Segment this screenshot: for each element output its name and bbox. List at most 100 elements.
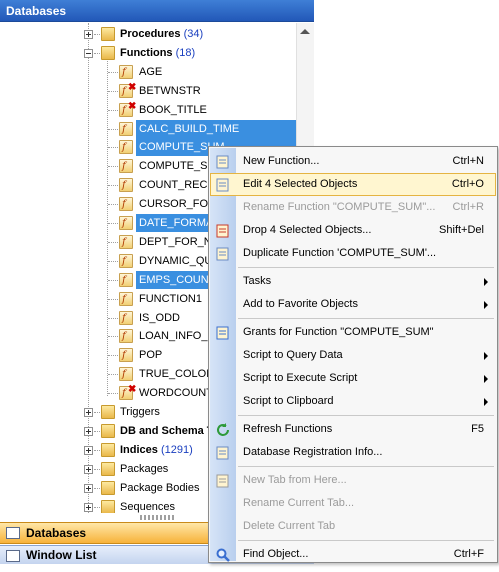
menu-item[interactable]: New Function... Ctrl+N — [210, 150, 496, 173]
tree-function-item[interactable]: CALC_BUILD_TIME — [2, 119, 296, 139]
tree-item-text: Procedures — [120, 28, 181, 40]
menu-item[interactable]: Duplicate Function 'COMPUTE_SUM'... — [210, 242, 496, 265]
folder-icon — [101, 461, 115, 476]
folder-icon — [101, 405, 115, 419]
submenu-arrow-icon — [484, 375, 488, 383]
tree-item-text: Package Bodies — [120, 481, 200, 494]
tree-item-text: Functions — [120, 46, 173, 59]
expand-icon[interactable] — [84, 426, 93, 436]
menu-item-shortcut: Shift+Del — [439, 224, 484, 236]
menu-item[interactable]: Edit 4 Selected Objects Ctrl+O — [210, 173, 496, 196]
tree-function-item[interactable]: AGE — [2, 63, 296, 82]
edit-objects-icon — [215, 177, 231, 193]
menu-item-shortcut: Ctrl+F — [453, 548, 484, 560]
function-icon — [119, 234, 133, 252]
function-icon — [119, 177, 133, 195]
tree-item-label: AGE — [136, 63, 165, 81]
folder-icon — [101, 499, 115, 513]
submenu-arrow-icon — [484, 398, 488, 406]
function-icon — [119, 310, 133, 328]
function-icon — [119, 291, 133, 309]
menu-separator — [238, 466, 494, 467]
tree-connector — [94, 412, 100, 413]
tree-item-label: Sequences — [117, 498, 178, 514]
tree-item-label: Indices (1291) — [117, 441, 196, 459]
tree-connector — [94, 506, 100, 508]
function-icon: ✖ — [119, 101, 136, 120]
tree-item-label: BOOK_TITLE — [136, 101, 210, 119]
menu-item[interactable]: Find Object... Ctrl+F — [210, 543, 496, 566]
tree-connector — [108, 393, 118, 395]
databases-icon — [6, 527, 20, 539]
tree-item-label: Packages — [117, 460, 171, 478]
menu-item-label: Rename Function "COMPUTE_SUM"... — [243, 201, 436, 213]
panel-splitter[interactable] — [140, 515, 176, 520]
menu-item-label: Edit 4 Selected Objects — [243, 178, 358, 190]
tree-item-text: AGE — [139, 65, 163, 78]
menu-item[interactable]: Script to Execute Script — [210, 367, 496, 390]
menu-item-shortcut: Ctrl+R — [452, 201, 484, 213]
tree-connector — [108, 374, 118, 376]
menu-item-label: Delete Current Tab — [243, 520, 336, 532]
find-icon — [215, 547, 231, 563]
menu-item-shortcut: Ctrl+N — [452, 155, 484, 167]
menu-item[interactable]: Script to Clipboard — [210, 390, 496, 413]
menu-separator — [238, 415, 494, 416]
function-icon: ✖ — [119, 82, 136, 101]
tree-function-item[interactable]: ✖BOOK_TITLE — [2, 101, 296, 120]
tree-connector — [94, 52, 100, 54]
function-icon — [119, 272, 133, 290]
expand-icon[interactable] — [84, 445, 93, 455]
function-icon — [119, 215, 133, 233]
menu-item[interactable]: Script to Query Data — [210, 344, 496, 367]
menu-item-label: Find Object... — [243, 548, 309, 560]
tree-connector — [108, 241, 118, 243]
menu-item-label: Duplicate Function 'COMPUTE_SUM'... — [243, 247, 437, 259]
tree-function-item[interactable]: ✖BETWNSTR — [2, 82, 296, 101]
expand-icon[interactable] — [84, 502, 93, 512]
tree-connector — [94, 430, 100, 432]
menu-item[interactable]: Grants for Function "COMPUTE_SUM" — [210, 321, 496, 344]
submenu-arrow-icon — [484, 278, 488, 286]
menu-item[interactable]: Add to Favorite Objects — [210, 293, 496, 316]
menu-item-shortcut: Ctrl+O — [451, 178, 484, 190]
tree-item-label: LOAN_INFO_F — [136, 327, 217, 345]
tree-connector — [94, 487, 100, 489]
scroll-up-arrow-icon[interactable] — [300, 29, 310, 34]
tree-item-label: CALC_BUILD_TIME — [136, 119, 296, 138]
tree-group-item[interactable]: Procedures (34) — [2, 25, 296, 43]
tree-item-text: WORDCOUNT — [139, 387, 213, 400]
menu-separator — [238, 318, 494, 319]
tree-item-label: Procedures (34) — [117, 25, 206, 43]
collapse-icon[interactable] — [84, 48, 93, 58]
expand-icon[interactable] — [84, 483, 93, 493]
menu-item[interactable]: Database Registration Info... — [210, 441, 496, 464]
window-list-label: Window List — [26, 548, 97, 562]
expand-icon[interactable] — [84, 408, 93, 417]
tree-item-label: Triggers — [117, 403, 163, 421]
tree-item-text: CALC_BUILD_TIME — [139, 122, 240, 135]
menu-item-label: New Tab from Here... — [243, 474, 347, 486]
context-menu: New Function... Ctrl+N Edit 4 Selected Obj… — [208, 146, 498, 563]
menu-item[interactable]: Tasks — [210, 270, 496, 293]
function-icon — [119, 366, 133, 384]
menu-item[interactable]: Refresh Functions F5 — [210, 418, 496, 441]
submenu-arrow-icon — [484, 352, 488, 360]
tree-group-item[interactable]: Functions (18) — [2, 44, 296, 62]
tree-item-label: Functions (18) — [117, 44, 198, 62]
tree-connector — [108, 298, 118, 300]
expand-icon[interactable] — [84, 30, 93, 39]
menu-item[interactable]: Drop 4 Selected Objects... Shift+Del — [210, 219, 496, 242]
duplicate-icon — [215, 246, 231, 262]
tree-item-text: POP — [139, 349, 163, 362]
expand-icon[interactable] — [84, 464, 93, 474]
tree-item-text: BETWNSTR — [139, 84, 201, 97]
folder-icon — [101, 480, 115, 495]
tree-item-text: Indices — [120, 443, 158, 456]
menu-item-label: Add to Favorite Objects — [243, 298, 358, 310]
panel-title: Databases — [0, 0, 314, 22]
tree-item-label: Package Bodies — [117, 479, 203, 497]
tree-connector — [108, 279, 118, 281]
tree-item-count: (34) — [180, 28, 204, 40]
tree-item-label: BETWNSTR — [136, 82, 204, 100]
